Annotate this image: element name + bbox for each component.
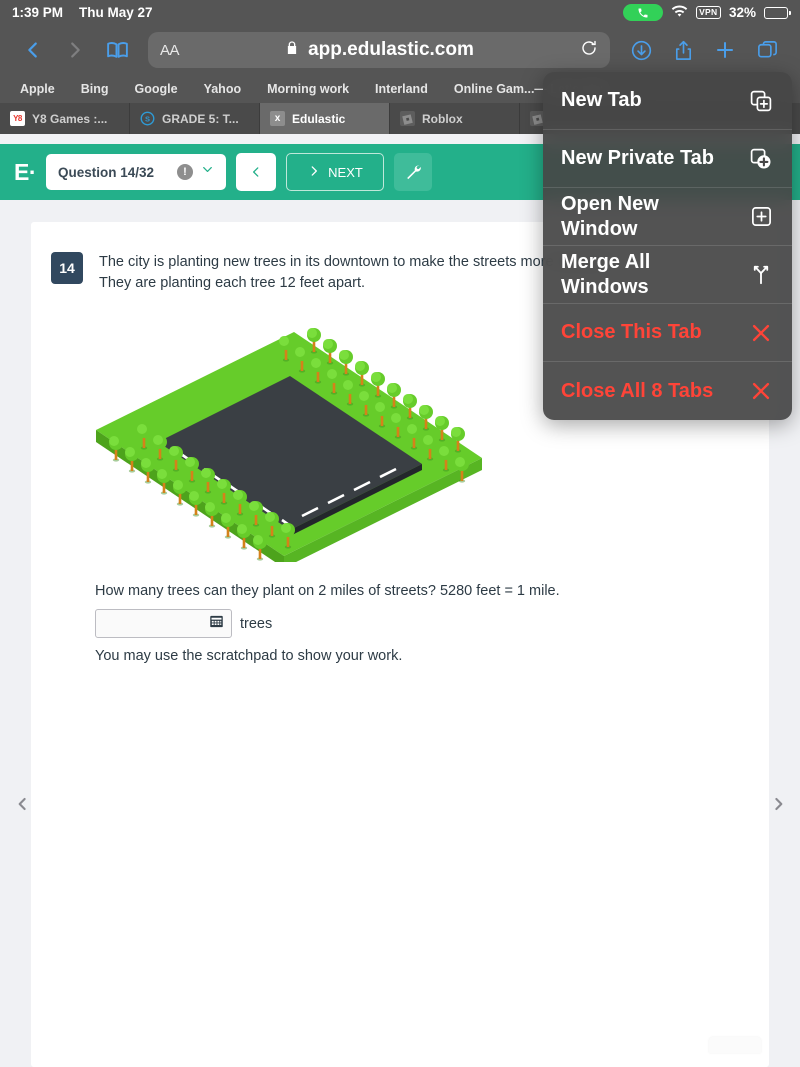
- book-icon[interactable]: [98, 31, 136, 69]
- question-prompt: How many trees can they plant on 2 miles…: [95, 583, 560, 599]
- close-x-icon: [748, 322, 774, 344]
- question-number-badge: 14: [51, 252, 83, 284]
- exclamation-circle-icon: !: [177, 164, 193, 180]
- plus-icon[interactable]: [706, 31, 744, 69]
- tab-title: GRADE 5: T...: [162, 111, 239, 126]
- new-window-icon: [748, 205, 774, 228]
- bookmark-yahoo[interactable]: Yahoo: [204, 82, 242, 96]
- chevron-down-icon[interactable]: [201, 163, 214, 181]
- battery-percent: 32%: [728, 5, 756, 20]
- phone-icon[interactable]: [622, 4, 663, 21]
- menu-item-merge-all-windows[interactable]: Merge All Windows: [543, 246, 792, 304]
- lock-icon: [284, 39, 300, 62]
- calculator-keypad-icon[interactable]: [209, 614, 224, 634]
- answer-section: How many trees can they plant on 2 miles…: [31, 567, 769, 664]
- svg-text:S: S: [145, 114, 150, 123]
- bookmark-apple[interactable]: Apple: [20, 82, 55, 96]
- scholastic-favicon: S: [140, 111, 155, 126]
- menu-item-close-this-tab[interactable]: Close This Tab: [543, 304, 792, 362]
- menu-item-label: Close All 8 Tabs: [561, 379, 714, 402]
- question-body-line-1: The city is planting new trees in its do…: [99, 254, 617, 270]
- menu-item-label: Close This Tab: [561, 321, 702, 343]
- question-body: The city is planting new trees in its do…: [99, 252, 616, 294]
- card-bottom-tab[interactable]: [709, 1037, 761, 1053]
- reload-icon[interactable]: [580, 39, 598, 62]
- menu-item-label: New Private Tab: [561, 147, 715, 169]
- bookmark-morning-work[interactable]: Morning work: [267, 82, 349, 96]
- edulastic-logo: E·: [14, 158, 37, 185]
- tab-title: Edulastic: [292, 111, 346, 126]
- battery-icon: [764, 6, 791, 19]
- question-body-line-2: They are planting each tree 12 feet apar…: [99, 275, 366, 291]
- edulastic-favicon: x: [270, 111, 285, 126]
- wifi-icon: [671, 5, 688, 21]
- download-icon[interactable]: [622, 31, 660, 69]
- forward-button: [56, 31, 94, 69]
- scratchpad-hint: You may use the scratchpad to show your …: [95, 648, 403, 664]
- close-x-icon: [748, 380, 774, 402]
- bookmark-interland[interactable]: Interland: [375, 82, 428, 96]
- new-private-tab-icon: [748, 147, 774, 171]
- back-button[interactable]: [14, 31, 52, 69]
- menu-item-label: Merge All Windows: [561, 250, 651, 298]
- menu-item-label: New Tab: [561, 89, 642, 111]
- next-button-label: NEXT: [328, 164, 363, 180]
- menu-item-new-private-tab[interactable]: New Private Tab: [543, 130, 792, 188]
- tab-edulastic[interactable]: x Edulastic: [260, 103, 390, 134]
- url-text: app.edulastic.com: [308, 39, 474, 60]
- merge-windows-icon: [748, 263, 774, 287]
- tab-context-menu: New Tab New Private Tab Open New Window …: [543, 72, 792, 420]
- question-selector-label: Question 14/32: [58, 164, 155, 180]
- roblox-favicon: [400, 111, 415, 126]
- arrow-right-icon: [307, 163, 321, 182]
- menu-item-label: Open New Window: [561, 192, 659, 240]
- tab-title: Y8 Games :...: [32, 111, 108, 126]
- next-question-button[interactable]: NEXT: [286, 153, 384, 191]
- answer-unit-label: trees: [240, 615, 273, 632]
- tab-roblox[interactable]: Roblox: [390, 103, 520, 134]
- menu-item-open-new-window[interactable]: Open New Window: [543, 188, 792, 246]
- address-bar[interactable]: AA app.edulastic.com: [148, 32, 610, 68]
- bookmark-bing[interactable]: Bing: [81, 82, 109, 96]
- status-time: 1:39 PM: [12, 5, 64, 20]
- answer-input[interactable]: [95, 609, 232, 638]
- vpn-badge: VPN: [695, 6, 721, 19]
- menu-item-new-tab[interactable]: New Tab: [543, 72, 792, 130]
- tab-y8-games[interactable]: Y8 Y8 Games :...: [0, 103, 130, 134]
- tabs-overview-icon[interactable]: [748, 31, 786, 69]
- browser-toolbar: AA app.edulastic.com: [0, 25, 800, 75]
- tab-grade-5[interactable]: S GRADE 5: T...: [130, 103, 260, 134]
- wrench-icon[interactable]: [394, 153, 432, 191]
- bookmark-google[interactable]: Google: [135, 82, 178, 96]
- question-selector[interactable]: Question 14/32 !: [46, 154, 226, 190]
- bookmark-online-games[interactable]: Online Gam...: [454, 82, 535, 96]
- previous-question-button[interactable]: [236, 153, 276, 191]
- status-date: Thu May 27: [79, 5, 153, 20]
- tab-title: Roblox: [422, 111, 463, 126]
- menu-item-close-all-tabs[interactable]: Close All 8 Tabs: [543, 362, 792, 420]
- status-bar: 1:39 PM Thu May 27 VPN 32%: [0, 0, 800, 25]
- y8-favicon: Y8: [10, 111, 25, 126]
- text-size-button[interactable]: AA: [160, 42, 180, 59]
- share-icon[interactable]: [664, 31, 702, 69]
- new-tab-icon: [748, 89, 774, 113]
